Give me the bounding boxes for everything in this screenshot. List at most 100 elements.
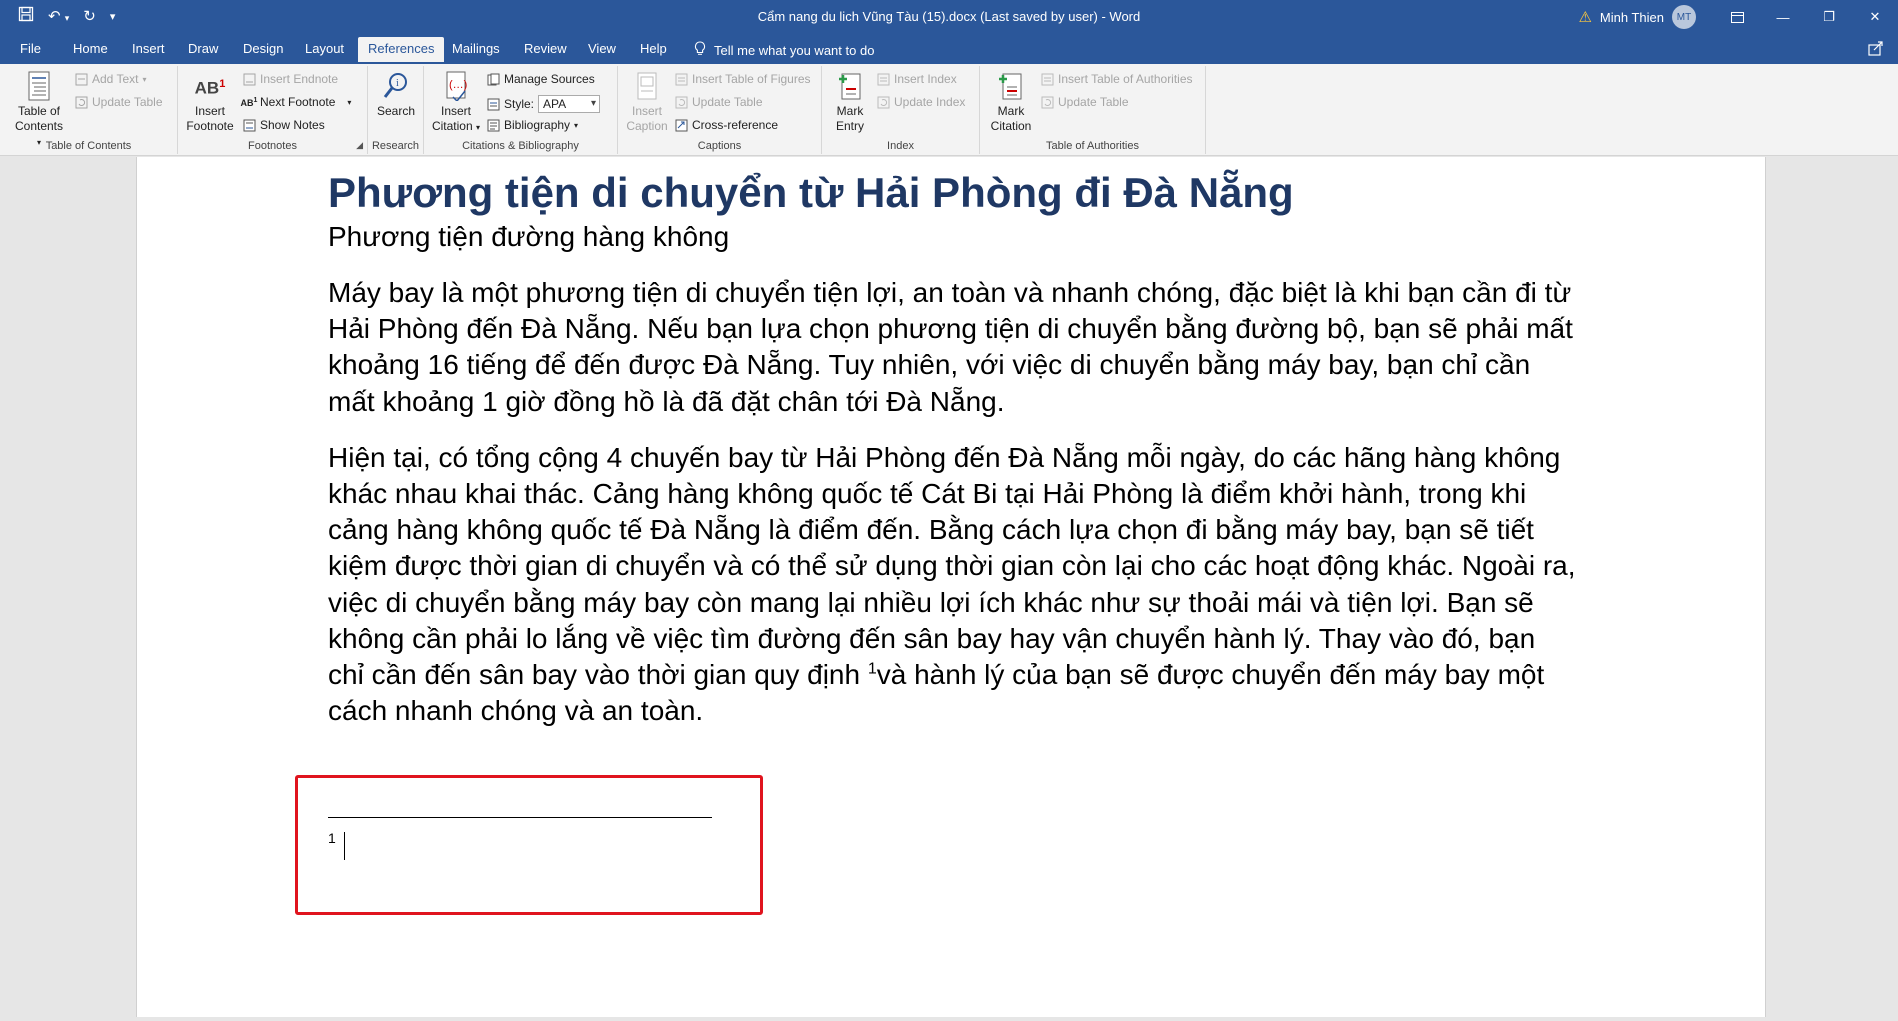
group-label-citations: Citations & Bibliography bbox=[462, 140, 579, 152]
manage-sources-button[interactable]: Manage Sources bbox=[486, 72, 595, 86]
dialog-launcher-icon[interactable]: ◢ bbox=[356, 140, 363, 151]
heading-2[interactable]: Phương tiện đường hàng không bbox=[328, 219, 1578, 255]
mark-entry-button[interactable]: Mark Entry bbox=[828, 70, 872, 134]
paragraph-1[interactable]: Máy bay là một phương tiện di chuyển tiệ… bbox=[328, 275, 1578, 420]
tab-design[interactable]: Design bbox=[243, 41, 283, 56]
title-bar: ↶ ▾ ↻ ▾ Cẩm nang du lich Vũng Tàu (15).d… bbox=[0, 0, 1898, 34]
tell-me-text: Tell me what you want to do bbox=[714, 42, 875, 58]
table-of-figures-icon bbox=[674, 72, 688, 86]
tab-review[interactable]: Review bbox=[524, 41, 567, 56]
style-icon bbox=[486, 97, 500, 111]
avatar[interactable]: MT bbox=[1672, 5, 1696, 29]
group-citations-bibliography: (…) Insert Citation ▾ Manage Sources Sty… bbox=[424, 66, 618, 154]
tab-mailings[interactable]: Mailings bbox=[452, 41, 500, 56]
group-index: Mark Entry Insert Index Update Index Ind… bbox=[822, 66, 980, 154]
chevron-down-icon[interactable]: ▾ bbox=[347, 98, 351, 107]
restore-icon[interactable]: ❐ bbox=[1806, 0, 1852, 34]
update-table-icon bbox=[74, 95, 88, 109]
tab-help[interactable]: Help bbox=[640, 41, 667, 56]
group-label-toc: Table of Contents bbox=[45, 140, 132, 152]
cross-reference-button[interactable]: Cross-reference bbox=[674, 118, 778, 132]
tab-file[interactable]: File bbox=[20, 41, 41, 56]
citation-style-control: Style: APA bbox=[486, 95, 601, 113]
table-of-authorities-icon bbox=[1040, 72, 1054, 86]
show-notes-icon bbox=[242, 118, 256, 132]
update-table-of-authorities-button[interactable]: Update Table bbox=[1040, 95, 1129, 109]
tab-draw[interactable]: Draw bbox=[188, 41, 218, 56]
update-table-icon bbox=[674, 95, 688, 109]
svg-text:i: i bbox=[396, 78, 399, 89]
insert-caption-icon bbox=[632, 70, 662, 102]
paragraph-2[interactable]: Hiện tại, có tổng cộng 4 chuyến bay từ H… bbox=[328, 440, 1578, 730]
next-footnote-button[interactable]: AB1 Next Footnote ▾ bbox=[240, 95, 352, 109]
minimize-icon[interactable]: — bbox=[1760, 0, 1806, 34]
search-icon: i bbox=[381, 70, 411, 102]
group-captions: Insert Caption Insert Table of Figures U… bbox=[618, 66, 822, 154]
group-table-of-contents: Table of Contents ▾ Add Text ▾ Update Tab… bbox=[0, 66, 178, 154]
add-text-button[interactable]: Add Text ▾ bbox=[74, 72, 147, 86]
citation-style-select[interactable]: APA bbox=[538, 95, 601, 113]
mark-entry-icon bbox=[835, 70, 865, 102]
show-notes-button[interactable]: Show Notes bbox=[242, 118, 325, 132]
add-text-icon bbox=[74, 72, 88, 86]
insert-index-icon bbox=[876, 72, 890, 86]
update-index-button[interactable]: Update Index bbox=[876, 95, 965, 109]
update-table-icon bbox=[1040, 95, 1054, 109]
tab-insert[interactable]: Insert bbox=[132, 41, 165, 56]
tab-references[interactable]: References bbox=[358, 37, 445, 62]
footnote-reference[interactable]: 1 bbox=[868, 661, 877, 678]
insert-endnote-icon bbox=[242, 72, 256, 86]
text-cursor bbox=[343, 832, 346, 860]
insert-index-button[interactable]: Insert Index bbox=[876, 72, 957, 86]
ribbon: Table of Contents ▾ Add Text ▾ Update Tab… bbox=[0, 64, 1898, 156]
user-name[interactable]: Minh Thien bbox=[1600, 10, 1664, 25]
insert-table-of-figures-button[interactable]: Insert Table of Figures bbox=[674, 72, 811, 86]
tell-me-box[interactable]: Tell me what you want to do bbox=[694, 41, 874, 59]
group-research: i Search Research bbox=[368, 66, 424, 154]
insert-table-of-authorities-button[interactable]: Insert Table of Authorities bbox=[1040, 72, 1193, 86]
document-body[interactable]: Phương tiện di chuyển từ Hải Phòng đi Đà… bbox=[328, 167, 1578, 729]
ribbon-display-options-icon[interactable] bbox=[1714, 0, 1760, 34]
group-label-index: Index bbox=[887, 140, 914, 152]
update-index-icon bbox=[876, 95, 890, 109]
footnote-number: 1 bbox=[328, 830, 336, 846]
close-icon[interactable]: ✕ bbox=[1852, 0, 1898, 34]
table-of-contents-button[interactable]: Table of Contents ▾ bbox=[12, 70, 66, 150]
group-label-research: Research bbox=[371, 140, 420, 152]
warning-icon[interactable]: ⚠ bbox=[1578, 8, 1591, 26]
cross-reference-icon bbox=[674, 118, 688, 132]
group-label-footnotes: Footnotes bbox=[248, 140, 297, 152]
footnote-separator bbox=[328, 817, 712, 818]
insert-endnote-button[interactable]: Insert Endnote bbox=[242, 72, 338, 86]
insert-footnote-button[interactable]: AB1 Insert Footnote bbox=[184, 70, 236, 134]
manage-sources-icon bbox=[486, 72, 500, 86]
mark-citation-icon bbox=[996, 70, 1026, 102]
table-of-contents-icon bbox=[24, 70, 54, 102]
update-toc-button[interactable]: Update Table bbox=[74, 95, 163, 109]
lightbulb-icon bbox=[694, 41, 706, 59]
document-page[interactable]: Phương tiện di chuyển từ Hải Phòng đi Đà… bbox=[136, 157, 1766, 1017]
insert-caption-button[interactable]: Insert Caption bbox=[624, 70, 670, 134]
svg-text:(…): (…) bbox=[449, 79, 467, 91]
group-label-captions: Captions bbox=[697, 140, 742, 152]
heading-1[interactable]: Phương tiện di chuyển từ Hải Phòng đi Đà… bbox=[328, 167, 1578, 219]
footnote-entry[interactable]: 1 bbox=[328, 830, 728, 860]
bibliography-button[interactable]: Bibliography ▾ bbox=[486, 118, 578, 132]
update-table-of-figures-button[interactable]: Update Table bbox=[674, 95, 763, 109]
share-icon[interactable] bbox=[1868, 40, 1884, 59]
tab-view[interactable]: View bbox=[588, 41, 616, 56]
insert-citation-button[interactable]: (…) Insert Citation ▾ bbox=[430, 70, 482, 135]
insert-footnote-icon: AB1 bbox=[194, 77, 226, 98]
tab-home[interactable]: Home bbox=[73, 41, 108, 56]
group-label-authorities: Table of Authorities bbox=[1046, 140, 1139, 152]
mark-citation-button[interactable]: Mark Citation bbox=[986, 70, 1036, 134]
footnote-area[interactable]: 1 bbox=[328, 817, 728, 860]
next-footnote-icon: AB1 bbox=[240, 96, 258, 108]
insert-citation-icon: (…) bbox=[441, 70, 471, 102]
group-table-of-authorities: Mark Citation Insert Table of Authoritie… bbox=[980, 66, 1206, 154]
group-footnotes: AB1 Insert Footnote Insert Endnote AB1 N… bbox=[178, 66, 368, 154]
document-area[interactable]: Phương tiện di chuyển từ Hải Phòng đi Đà… bbox=[0, 157, 1898, 1021]
search-button[interactable]: i Search bbox=[374, 70, 418, 119]
tab-layout[interactable]: Layout bbox=[305, 41, 344, 56]
ribbon-tabs: File Home Insert Draw Design Layout Refe… bbox=[0, 34, 1898, 64]
